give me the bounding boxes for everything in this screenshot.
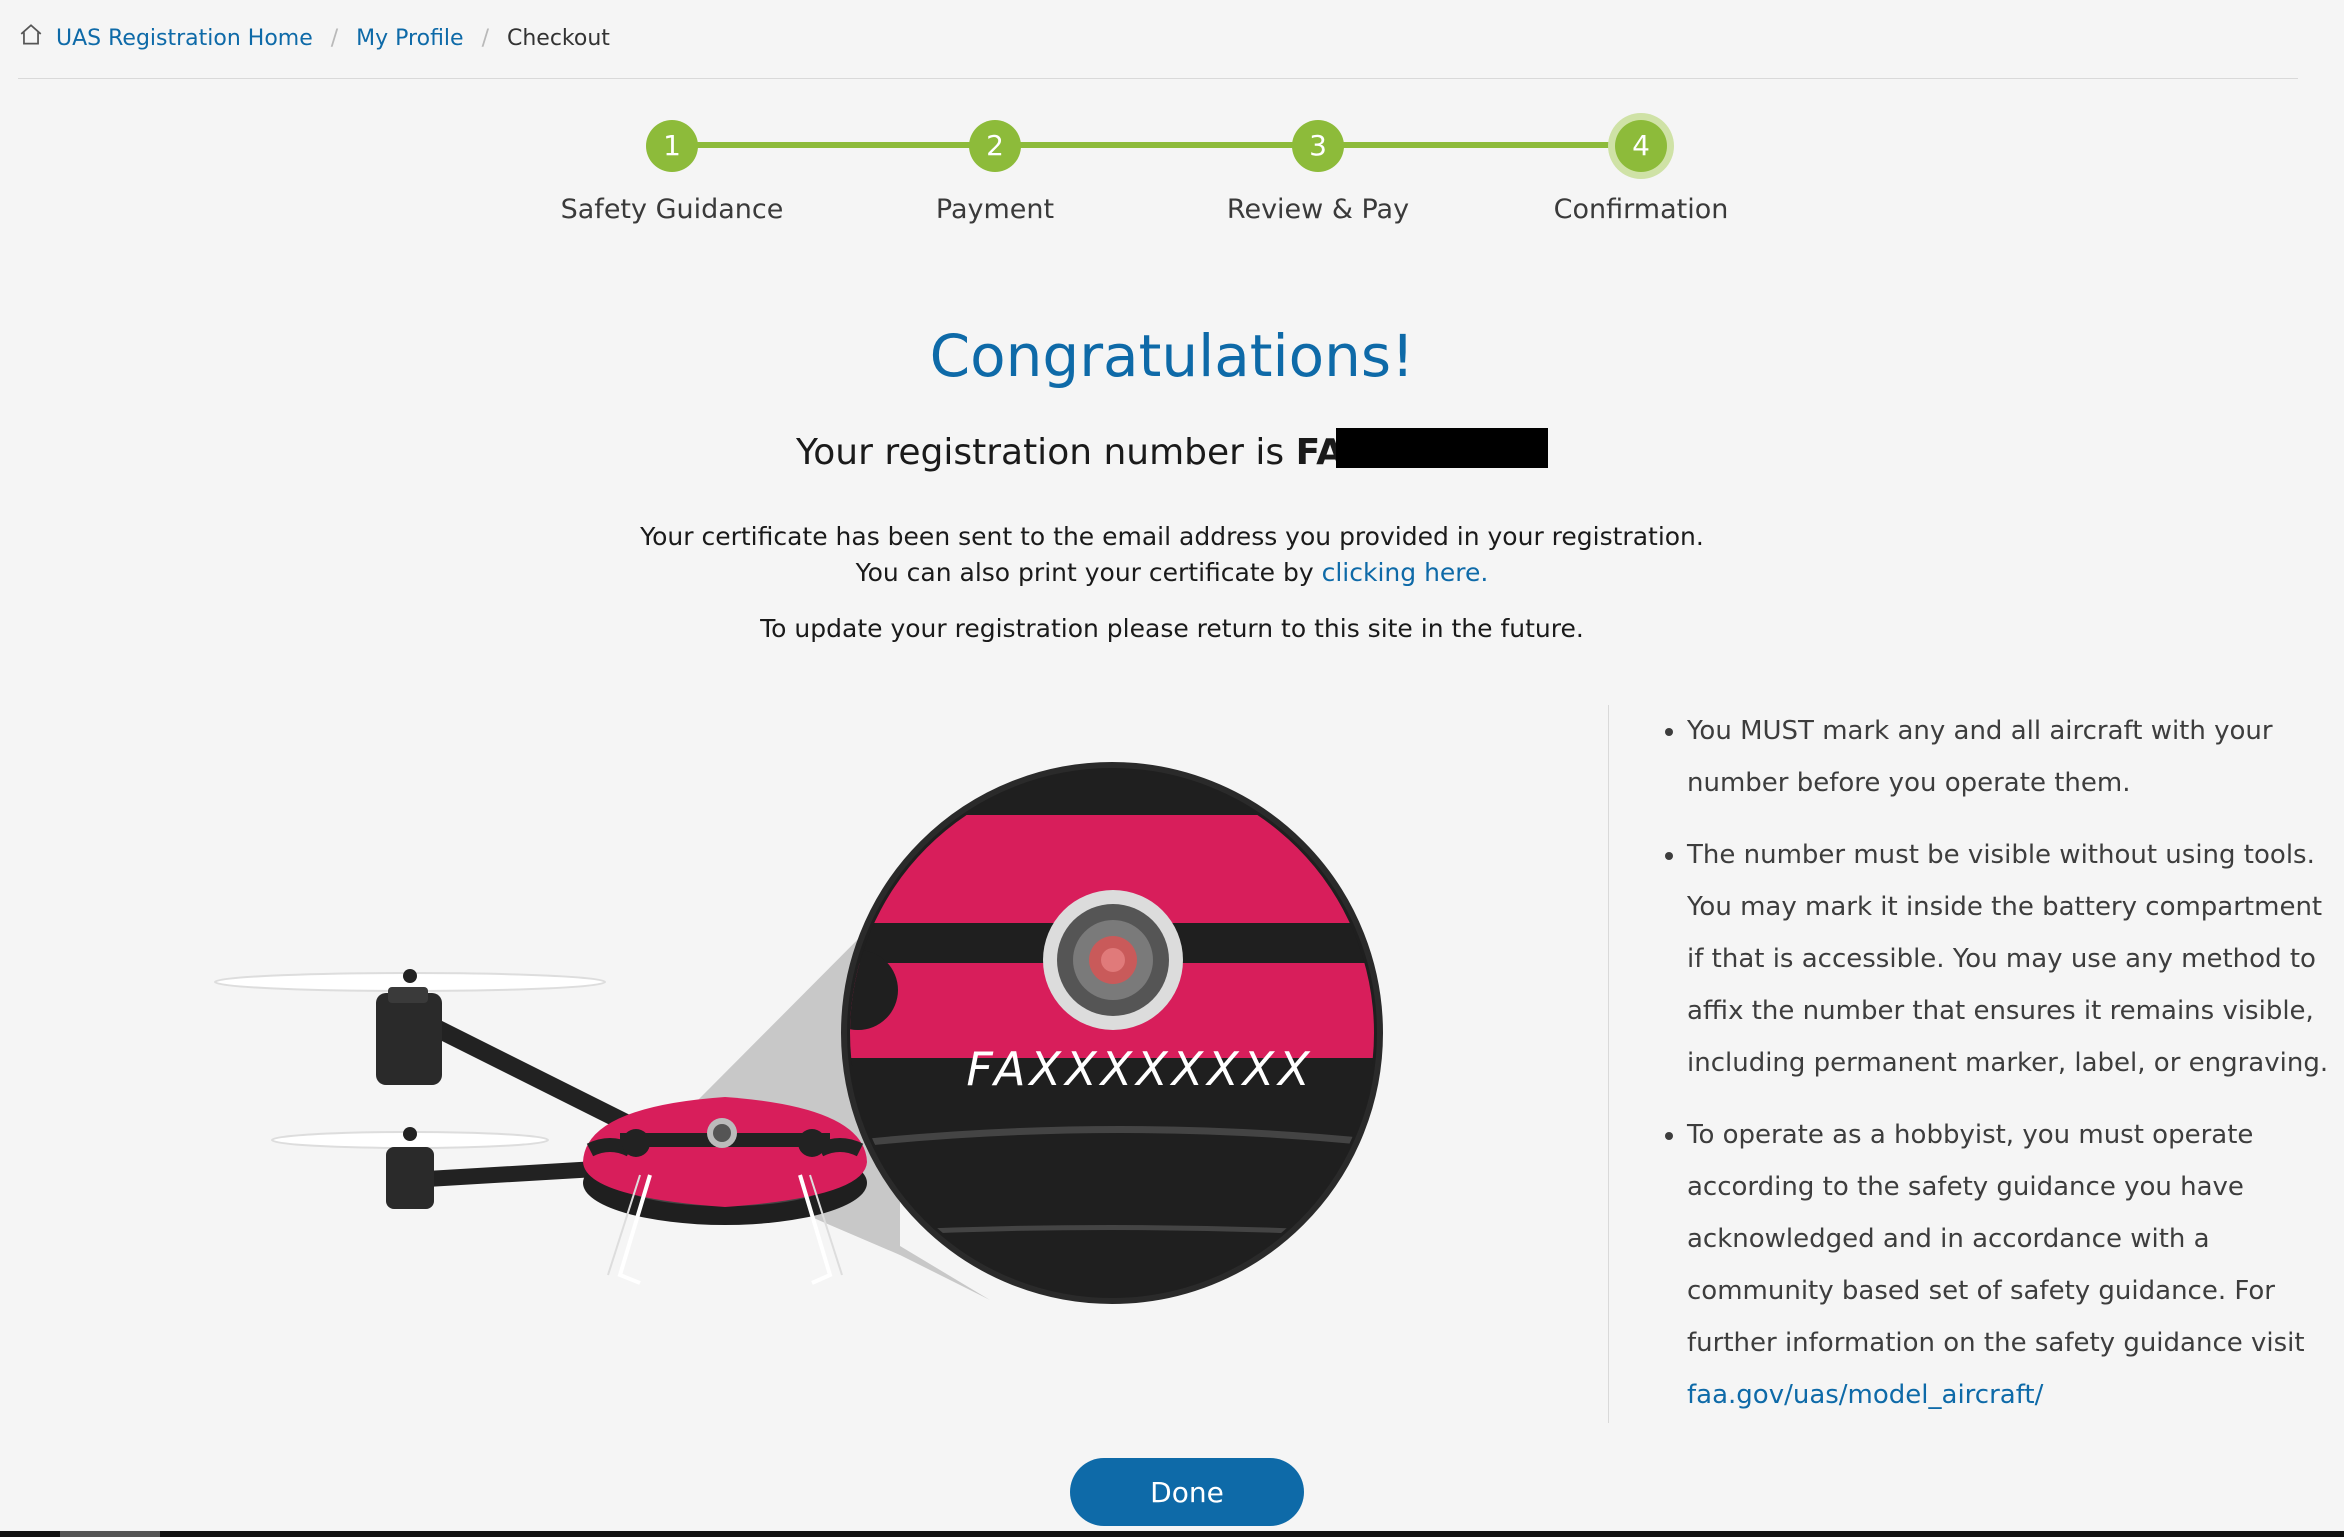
print-certificate-prefix: You can also print your certificate by: [855, 558, 1322, 587]
page-title: Congratulations!: [929, 322, 1415, 390]
breadcrumb-home-link[interactable]: UAS Registration Home: [56, 26, 313, 51]
print-certificate-link[interactable]: clicking here.: [1322, 558, 1489, 587]
breadcrumb: UAS Registration Home / My Profile / Che…: [18, 18, 610, 58]
step-number-badge: 1: [646, 120, 698, 172]
step-number-badge: 4: [1615, 120, 1667, 172]
home-icon[interactable]: [18, 22, 44, 48]
step-number-badge: 3: [1292, 120, 1344, 172]
registration-requirements-panel: You MUST mark any and all aircraft with …: [1608, 705, 2344, 1423]
breadcrumb-current: Checkout: [507, 25, 610, 51]
requirement-text: To operate as a hobbyist, you must opera…: [1687, 1120, 2305, 1358]
done-button[interactable]: Done: [1070, 1458, 1304, 1526]
breadcrumb-separator: /: [481, 25, 489, 51]
aircraft-registration-marking: FAXXXXXXXX: [966, 1042, 1313, 1096]
list-item: You MUST mark any and all aircraft with …: [1687, 705, 2344, 809]
model-aircraft-link[interactable]: faa.gov/uas/model_aircraft/: [1687, 1380, 2043, 1410]
step-label: Payment: [935, 194, 1055, 225]
step-label: Safety Guidance: [560, 194, 784, 225]
breadcrumb-separator: /: [330, 25, 339, 51]
step-payment: 2 Payment: [845, 120, 1145, 225]
registration-prefix: Your registration number is: [796, 432, 1296, 473]
print-certificate-message: You can also print your certificate by c…: [0, 558, 2344, 587]
requirement-text: You MUST mark any and all aircraft with …: [1687, 716, 2273, 798]
list-item: To operate as a hobbyist, you must opera…: [1687, 1109, 2344, 1421]
step-safety-guidance: 1 Safety Guidance: [522, 120, 822, 225]
header-divider: [18, 78, 2298, 79]
redaction-block: [1335, 428, 1548, 468]
certificate-email-message: Your certificate has been sent to the em…: [640, 522, 1704, 551]
registration-number-line: Your registration number is FA: [0, 428, 2344, 473]
step-review-pay: 3 Review & Pay: [1168, 120, 1468, 225]
requirements-list: You MUST mark any and all aircraft with …: [1609, 705, 2344, 1421]
step-label: Confirmation: [1553, 194, 1729, 225]
step-confirmation: 4 Confirmation: [1491, 120, 1791, 225]
step-label: Review & Pay: [1226, 194, 1410, 225]
requirement-text: The number must be visible without using…: [1687, 840, 2329, 1078]
scrollbar-thumb[interactable]: [60, 1531, 160, 1537]
breadcrumb-profile-link[interactable]: My Profile: [356, 26, 463, 51]
horizontal-scrollbar[interactable]: [0, 1531, 2344, 1537]
update-registration-message: To update your registration please retur…: [760, 614, 1584, 643]
list-item: The number must be visible without using…: [1687, 829, 2344, 1089]
step-number-badge: 2: [969, 120, 1021, 172]
drone-illustration: FAXXXXXXXX: [214, 762, 1383, 1304]
